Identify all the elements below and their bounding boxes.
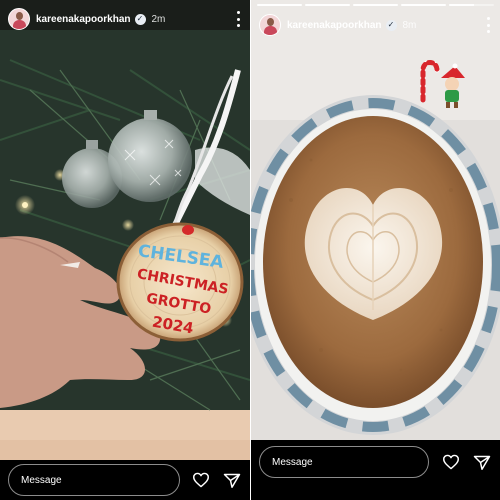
avatar[interactable] bbox=[8, 8, 30, 30]
progress-segment bbox=[305, 4, 350, 6]
story-header: kareenakapoorkhan ✓ 8m bbox=[259, 14, 492, 36]
more-options-icon[interactable] bbox=[484, 17, 492, 33]
progress-segment bbox=[449, 4, 494, 6]
ornament-photo: CHELSEA CHRISTMAS GROTTO 2024 bbox=[0, 0, 250, 460]
story-footer: Message bbox=[0, 460, 250, 500]
heart-icon[interactable] bbox=[192, 470, 211, 490]
avatar[interactable] bbox=[259, 14, 281, 36]
progress-segment bbox=[401, 4, 446, 6]
message-input[interactable]: Message bbox=[259, 446, 430, 478]
latte-photo bbox=[251, 0, 500, 444]
progress-segment bbox=[353, 4, 398, 6]
progress-segment bbox=[257, 4, 302, 6]
story-footer: Message bbox=[251, 440, 500, 484]
message-input[interactable]: Message bbox=[8, 464, 180, 496]
story-panel-right[interactable]: kareenakapoorkhan ✓ 8m Message bbox=[251, 0, 500, 500]
username[interactable]: kareenakapoorkhan bbox=[36, 14, 131, 25]
send-icon[interactable] bbox=[473, 452, 492, 472]
verified-badge-icon: ✓ bbox=[385, 19, 397, 31]
heart-icon[interactable] bbox=[441, 452, 460, 472]
story-image-latte-art bbox=[251, 0, 500, 444]
story-header: kareenakapoorkhan ✓ 2m bbox=[8, 8, 242, 30]
story-panel-left[interactable]: CHELSEA CHRISTMAS GROTTO 2024 kareenakap… bbox=[0, 0, 250, 500]
story-progress-bars bbox=[257, 4, 494, 6]
send-icon[interactable] bbox=[223, 470, 242, 490]
username[interactable]: kareenakapoorkhan bbox=[287, 20, 382, 31]
more-options-icon[interactable] bbox=[234, 11, 242, 27]
story-image-christmas-ornament: CHELSEA CHRISTMAS GROTTO 2024 bbox=[0, 0, 250, 460]
bottom-strip bbox=[251, 484, 500, 500]
verified-badge-icon: ✓ bbox=[134, 13, 146, 25]
story-timestamp: 8m bbox=[402, 19, 417, 31]
story-timestamp: 2m bbox=[151, 13, 166, 25]
